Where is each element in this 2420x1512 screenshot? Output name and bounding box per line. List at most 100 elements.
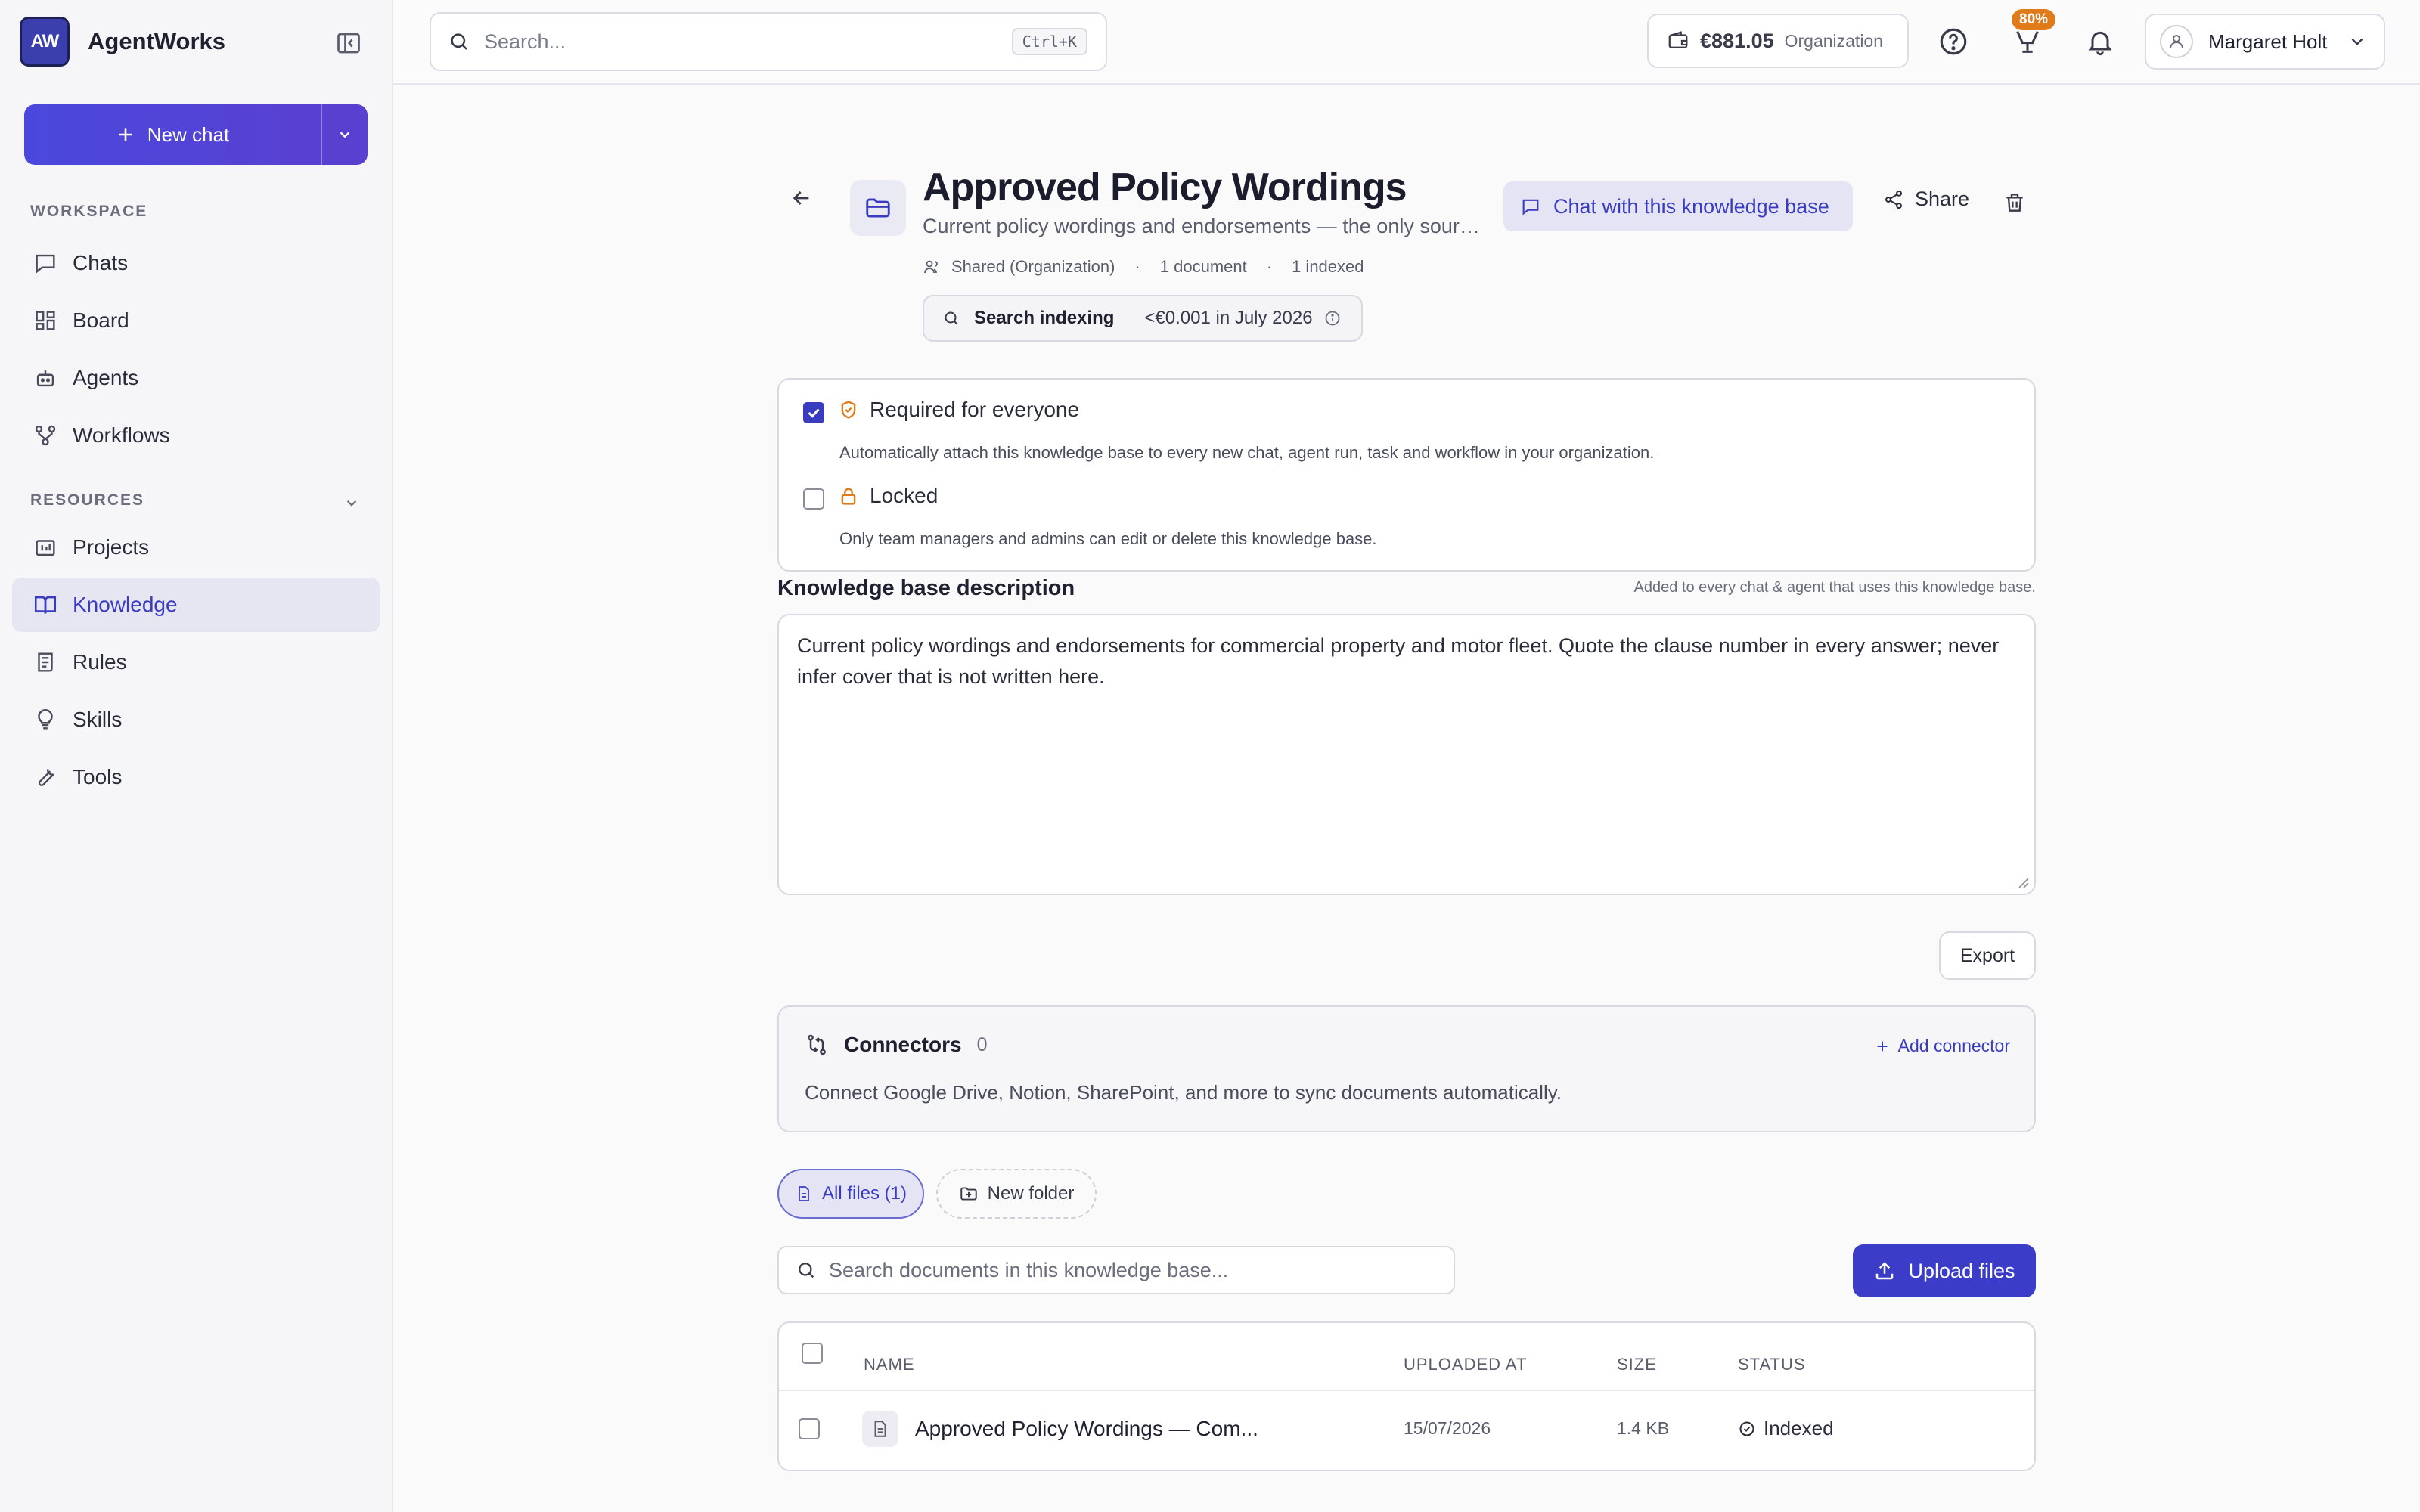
file-uploaded-at: 15/07/2026 (1404, 1418, 1491, 1438)
document-count: 1 document (1159, 257, 1247, 276)
search-input[interactable]: Search... (484, 30, 1012, 54)
connectors-description: Connect Google Drive, Notion, SharePoint… (805, 1081, 1562, 1104)
indexing-cost: <€0.001 in July 2026 (1144, 308, 1313, 328)
connectors-title: Connectors (844, 1033, 962, 1056)
new-chat-button-group: New chat (24, 104, 368, 165)
folder-icon (850, 180, 906, 236)
column-header-name[interactable]: NAME (864, 1355, 915, 1374)
sidebar-item-label: Knowledge (73, 593, 178, 616)
bell-icon[interactable] (2081, 23, 2119, 60)
sidebar-item-label: Projects (73, 535, 150, 559)
upload-icon (1876, 1262, 1894, 1280)
robot-icon (30, 363, 60, 393)
file-name[interactable]: Approved Policy Wordings — Com... (915, 1417, 1258, 1441)
share-icon (1885, 190, 1902, 209)
upload-files-button[interactable]: Upload files (1853, 1244, 2036, 1297)
column-header-uploaded[interactable]: UPLOADED AT (1404, 1355, 1527, 1374)
sidebar-item-label: Chats (73, 251, 129, 274)
chat-icon (30, 248, 60, 278)
add-connector-button[interactable]: Add connector (1874, 1036, 2010, 1056)
column-header-size[interactable]: SIZE (1617, 1355, 1657, 1374)
collapse-sidebar-icon[interactable] (331, 26, 366, 60)
new-chat-label: New chat (147, 122, 230, 146)
sidebar-item-label: Skills (73, 708, 123, 731)
projects-icon (30, 532, 60, 562)
lock-icon (841, 488, 856, 505)
app-logo: AW (20, 17, 70, 67)
user-menu[interactable]: Margaret Holt (2145, 14, 2385, 70)
page-title: Approved Policy Wordings (923, 166, 1407, 209)
info-icon[interactable] (1323, 309, 1342, 327)
add-connector-label: Add connector (1897, 1036, 2010, 1055)
sidebar-item-knowledge[interactable]: Knowledge (12, 578, 380, 632)
user-name: Margaret Holt (2208, 29, 2328, 53)
sidebar-item-chats[interactable]: Chats (12, 236, 380, 290)
share-button[interactable]: Share (1883, 187, 1969, 211)
sidebar-item-label: Workflows (73, 423, 170, 447)
sidebar-item-workflows[interactable]: Workflows (12, 408, 380, 463)
brand[interactable]: AW AgentWorks (20, 17, 225, 67)
book-icon (30, 590, 60, 620)
locked-checkbox[interactable] (803, 488, 824, 510)
balance-widget[interactable]: €881.05 Organization (1647, 14, 1909, 68)
sidebar: AW AgentWorks New chat WORKSPACE Chats B… (0, 0, 393, 1512)
sidebar-item-board[interactable]: Board (12, 293, 380, 348)
balance-amount: €881.05 (1700, 29, 1774, 52)
chat-with-kb-button[interactable]: Chat with this knowledge base (1503, 181, 1853, 231)
sharing-status: Shared (Organization) (951, 257, 1115, 276)
avatar (2160, 25, 2193, 58)
search-indexing-pill[interactable]: Search indexing <€0.001 in July 2026 (923, 295, 1363, 342)
files-table: NAME UPLOADED AT SIZE STATUS Approved Po… (777, 1321, 2036, 1471)
export-button[interactable]: Export (1939, 931, 2036, 980)
required-option[interactable]: Required for everyone (838, 398, 1079, 422)
user-icon (2170, 35, 2183, 49)
help-icon[interactable] (1934, 23, 1972, 60)
separator: · (1134, 257, 1140, 276)
table-row[interactable]: Approved Policy Wordings — Com... 15/07/… (779, 1391, 2034, 1470)
document-search-input[interactable]: Search documents in this knowledge base.… (829, 1259, 1228, 1282)
row-checkbox[interactable] (799, 1418, 820, 1439)
shield-check-icon (841, 401, 856, 419)
column-header-status[interactable]: STATUS (1738, 1355, 1806, 1374)
kb-settings-card: Required for everyone Automatically atta… (777, 378, 2036, 572)
new-chat-button[interactable]: New chat (24, 104, 321, 165)
folder-plus-icon (960, 1187, 977, 1201)
document-search[interactable]: Search documents in this knowledge base.… (777, 1246, 1455, 1294)
sidebar-item-label: Rules (73, 650, 127, 674)
page-subtitle: Current policy wordings and endorsements… (923, 215, 1485, 237)
sidebar-item-label: Agents (73, 366, 139, 389)
board-icon (30, 305, 60, 336)
chevron-down-icon[interactable] (342, 493, 361, 513)
global-search[interactable]: Search... Ctrl+K (430, 12, 1107, 71)
checkmark-icon (808, 408, 820, 418)
sidebar-item-rules[interactable]: Rules (12, 635, 380, 689)
trash-icon[interactable] (2003, 191, 2027, 215)
locked-option[interactable]: Locked (838, 484, 938, 508)
description-textarea[interactable]: Current policy wordings and endorsements… (777, 614, 2036, 895)
required-checkbox[interactable] (803, 402, 824, 423)
connectors-count: 0 (976, 1033, 988, 1055)
locked-description: Only team managers and admins can edit o… (839, 529, 1377, 548)
resize-handle-icon[interactable] (2015, 874, 2030, 889)
back-arrow-icon[interactable] (783, 180, 820, 216)
chevron-down-icon (2347, 32, 2367, 51)
tab-all-files[interactable]: All files (1) (777, 1169, 924, 1219)
workflow-icon (30, 420, 60, 451)
chevron-down-icon (340, 132, 350, 138)
sidebar-item-tools[interactable]: Tools (12, 750, 380, 804)
description-label: Knowledge base description (777, 576, 1075, 600)
document-icon (799, 1186, 809, 1201)
locked-label: Locked (870, 484, 939, 507)
balance-scope: Organization (1784, 30, 1884, 51)
select-all-checkbox[interactable] (802, 1343, 823, 1364)
new-folder-button[interactable]: New folder (936, 1169, 1097, 1219)
description-text: Current policy wordings and endorsements… (797, 634, 2000, 688)
sidebar-item-label: Tools (73, 765, 123, 789)
file-status: Indexed (1764, 1417, 1834, 1439)
connectors-header: Connectors 0 (805, 1033, 987, 1057)
new-chat-menu-button[interactable] (321, 104, 368, 165)
sidebar-item-skills[interactable]: Skills (12, 692, 380, 747)
sidebar-item-agents[interactable]: Agents (12, 351, 380, 405)
sidebar-item-projects[interactable]: Projects (12, 520, 380, 575)
sidebar-item-label: Board (73, 308, 129, 332)
